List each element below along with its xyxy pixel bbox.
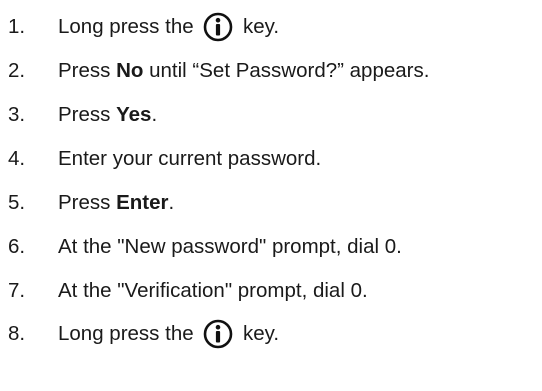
step-text: At the "Verification" prompt, dial 0. bbox=[58, 278, 368, 302]
step-item: 6. At the "New password" prompt, dial 0. bbox=[8, 227, 402, 267]
step-number: 5. bbox=[8, 190, 26, 214]
step-text: Long press the key. bbox=[58, 319, 279, 349]
step-text-segment: Long press the bbox=[58, 14, 200, 38]
step-keyword: Enter bbox=[116, 190, 169, 214]
step-text-segment: At the "New password" prompt, dial 0. bbox=[58, 234, 402, 258]
step-number: 6. bbox=[8, 234, 26, 258]
step-text-segment: Press bbox=[58, 102, 117, 126]
step-text-segment: key. bbox=[237, 14, 280, 38]
step-text-segment: Enter your current password. bbox=[58, 146, 322, 170]
step-number: 7. bbox=[8, 278, 26, 302]
step-text: Press Enter. bbox=[58, 190, 175, 214]
step-text-segment: . bbox=[168, 190, 175, 214]
step-item: 5. Press Enter. bbox=[8, 183, 174, 223]
info-key-icon bbox=[203, 12, 233, 42]
step-text-segment: Press bbox=[58, 190, 117, 214]
step-keyword: No bbox=[116, 58, 144, 82]
instruction-steps-list: 1. Long press the key. 2. Press No until “S… bbox=[0, 0, 542, 391]
step-number: 2. bbox=[8, 58, 26, 82]
step-item: 4. Enter your current password. bbox=[8, 139, 321, 179]
step-item: 7. At the "Verification" prompt, dial 0. bbox=[8, 271, 368, 311]
step-item: 2. Press No until “Set Password?” appears… bbox=[8, 51, 429, 91]
step-number: 8. bbox=[8, 321, 26, 345]
info-key-icon bbox=[203, 319, 233, 349]
step-number: 3. bbox=[8, 102, 26, 126]
step-text-segment: Press bbox=[58, 58, 117, 82]
step-text: At the "New password" prompt, dial 0. bbox=[58, 234, 402, 258]
step-item: 3. Press Yes. bbox=[8, 95, 157, 135]
step-number: 4. bbox=[8, 146, 26, 170]
step-text-segment: Long press the bbox=[58, 321, 200, 345]
step-text-segment: . bbox=[151, 102, 158, 126]
step-item: 1. Long press the key. bbox=[8, 7, 279, 47]
step-number: 1. bbox=[8, 14, 26, 38]
step-text-segment: until “Set Password?” appears. bbox=[143, 58, 430, 82]
step-item: 8. Long press the key. bbox=[8, 314, 279, 354]
step-text: Long press the key. bbox=[58, 12, 279, 42]
step-text-segment: key. bbox=[237, 321, 280, 345]
step-keyword: Yes bbox=[116, 102, 152, 126]
step-text: Press Yes. bbox=[58, 102, 158, 126]
step-text: Enter your current password. bbox=[58, 146, 322, 170]
step-text-segment: At the "Verification" prompt, dial 0. bbox=[58, 278, 368, 302]
step-text: Press No until “Set Password?” appears. bbox=[58, 58, 430, 82]
